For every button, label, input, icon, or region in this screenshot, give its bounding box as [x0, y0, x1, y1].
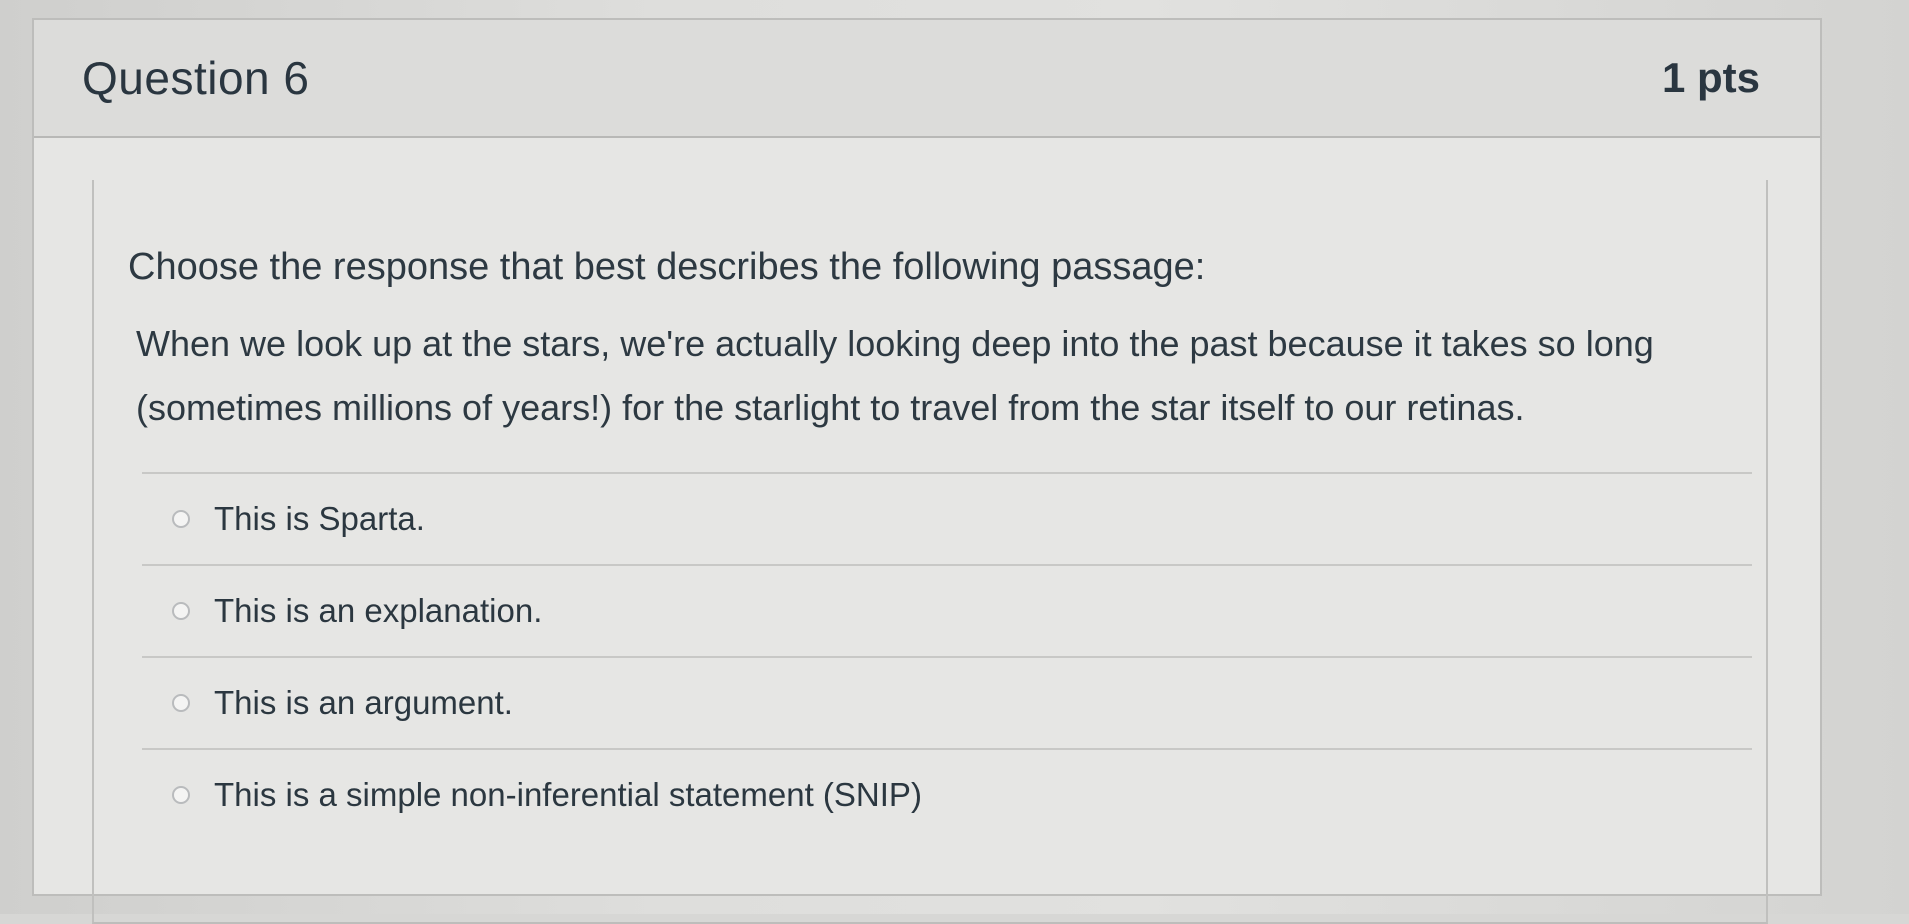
answer-option-explanation[interactable]: This is an explanation.	[142, 566, 1752, 656]
answer-label: This is Sparta.	[214, 500, 425, 537]
question-passage: When we look up at the stars, we're actu…	[136, 323, 1654, 428]
radio-button[interactable]	[172, 786, 190, 804]
radio-button[interactable]	[172, 510, 190, 528]
question-card: Question 6 1 pts Choose the response tha…	[32, 18, 1822, 924]
question-body: Choose the response that best describes …	[92, 180, 1768, 924]
question-prompt: Choose the response that best describes …	[128, 246, 1206, 288]
question-title: Question 6	[82, 52, 310, 104]
answer-label: This is an argument.	[214, 684, 513, 721]
answer-label: This is an explanation.	[214, 592, 543, 629]
question-header: Question 6 1 pts	[34, 20, 1820, 138]
radio-button[interactable]	[172, 602, 190, 620]
answer-label: This is a simple non-inferential stateme…	[214, 776, 922, 813]
question-points: 1 pts	[1661, 54, 1760, 101]
answer-option-sparta[interactable]: This is Sparta.	[142, 474, 1752, 564]
answer-list: This is Sparta. This is an explanation. …	[142, 472, 1752, 840]
radio-button[interactable]	[172, 694, 190, 712]
answer-option-snip[interactable]: This is a simple non-inferential stateme…	[142, 750, 1752, 840]
answer-option-argument[interactable]: This is an argument.	[142, 658, 1752, 748]
